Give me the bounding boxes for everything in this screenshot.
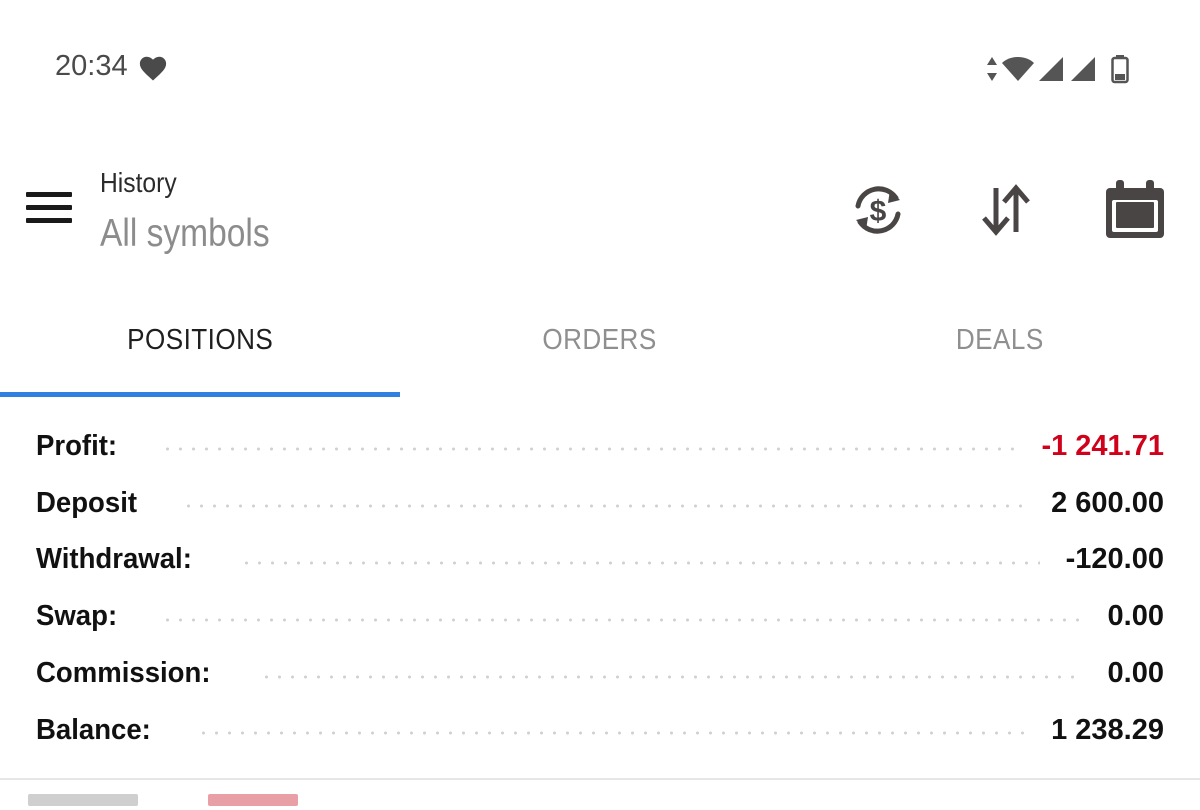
tab-positions[interactable]: POSITIONS (0, 300, 400, 397)
balance-label: Balance: (36, 713, 151, 746)
summary-row-deposit: Deposit 2 600.00 (0, 475, 1200, 532)
wifi-icon (1002, 57, 1034, 81)
symbol-filter[interactable]: All symbols (100, 212, 270, 256)
sort-button[interactable] (974, 178, 1038, 242)
dot-leader (259, 674, 1082, 679)
data-arrows-icon (987, 57, 997, 81)
active-tab-indicator (0, 392, 400, 397)
profit-label: Profit: (36, 429, 118, 462)
swap-label: Swap: (36, 600, 118, 633)
profit-value: -1 241.71 (1041, 429, 1164, 462)
calendar-icon (1106, 180, 1164, 238)
svg-text:$: $ (870, 195, 887, 228)
signal-icon (1071, 57, 1095, 81)
page-title: History (100, 167, 177, 198)
withdrawal-value: -120.00 (1065, 543, 1164, 576)
tab-deals[interactable]: DEALS (800, 300, 1200, 397)
summary-row-withdrawal: Withdrawal: -120.00 (0, 532, 1200, 589)
list-item-type-placeholder (208, 794, 298, 806)
status-time: 20:34 (55, 50, 128, 82)
summary-row-swap: Swap: 0.00 (0, 588, 1200, 645)
tab-orders[interactable]: ORDERS (400, 300, 800, 397)
currency-refresh-button[interactable]: $ (846, 178, 910, 242)
withdrawal-label: Withdrawal: (36, 543, 192, 576)
dot-leader (196, 731, 1026, 736)
deposit-label: Deposit (36, 486, 138, 519)
summary-panel: Profit: -1 241.71 Deposit 2 600.00 Withd… (0, 418, 1200, 759)
heart-icon (139, 56, 167, 81)
battery-icon (1111, 55, 1129, 84)
sort-icon (982, 184, 1030, 236)
status-icons (985, 54, 1135, 86)
list-item[interactable] (28, 790, 428, 810)
menu-icon[interactable] (26, 192, 74, 228)
list-item-symbol-placeholder (28, 794, 138, 806)
dot-leader (182, 504, 1026, 509)
currency-refresh-icon: $ (855, 186, 901, 234)
summary-row-commission: Commission: 0.00 (0, 645, 1200, 702)
commission-value: 0.00 (1107, 657, 1164, 690)
summary-row-profit: Profit: -1 241.71 (0, 418, 1200, 475)
balance-value: 1 238.29 (1051, 713, 1164, 746)
calendar-button[interactable] (1102, 178, 1166, 242)
dot-leader (161, 447, 1016, 452)
list-divider (0, 778, 1200, 780)
history-tabs: POSITIONS ORDERS DEALS (0, 300, 1200, 397)
deposit-value: 2 600.00 (1051, 486, 1164, 519)
dot-leader (240, 560, 1040, 565)
summary-row-balance: Balance: 1 238.29 (0, 702, 1200, 759)
dot-leader (161, 617, 1082, 622)
status-bar: 20:34 (0, 0, 1200, 140)
swap-value: 0.00 (1107, 600, 1164, 633)
signal-icon (1039, 57, 1063, 81)
commission-label: Commission: (36, 657, 211, 690)
